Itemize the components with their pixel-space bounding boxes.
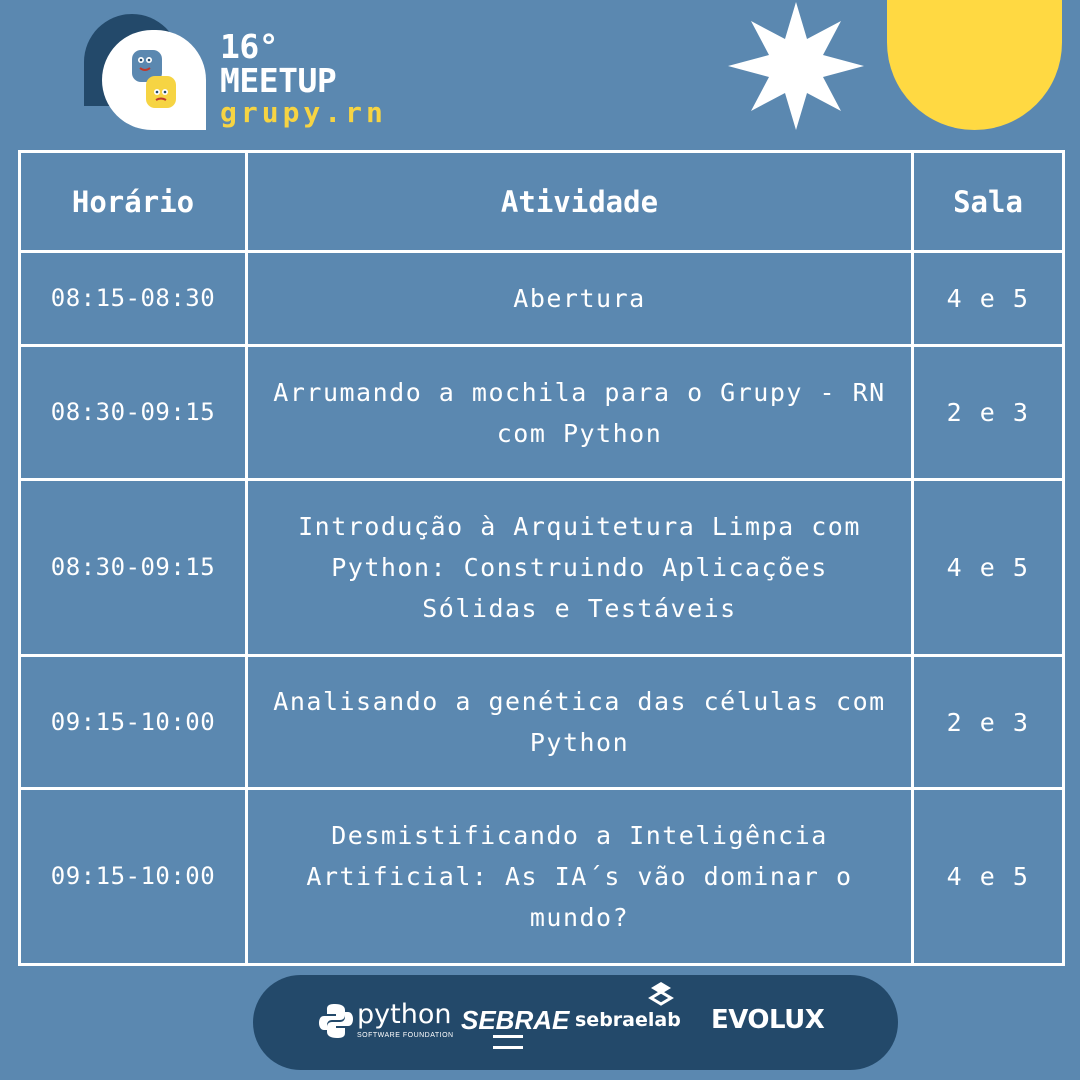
event-title: MEETUP	[220, 61, 337, 100]
table-row: 08:30-09:15 Introdução à Arquitetura Lim…	[18, 478, 1065, 657]
room-cell: 2 e 3	[911, 344, 1065, 481]
table-row: 08:15-08:30 Abertura 4 e 5	[18, 250, 1065, 347]
room-cell: 2 e 3	[911, 654, 1065, 790]
activity-cell: Introdução à Arquitetura Limpa com Pytho…	[245, 478, 914, 657]
room-cell: 4 e 5	[911, 787, 1065, 966]
activity-cell: Desmistificando a Inteligência Artificia…	[245, 787, 914, 966]
activity-cell: Arrumando a mochila para o Grupy - RN co…	[245, 344, 914, 481]
header-activity: Atividade	[245, 150, 914, 253]
sponsors-bar: python SOFTWARE FOUNDATION SEBRAE sebrae…	[253, 975, 898, 1070]
star-icon	[728, 2, 864, 130]
header-time: Horário	[18, 150, 248, 253]
room-cell: 4 e 5	[911, 478, 1065, 657]
time-cell: 09:15-10:00	[18, 787, 248, 966]
sebrae-lines-icon	[493, 1035, 523, 1049]
room-cell: 4 e 5	[911, 250, 1065, 347]
grupy-logo	[102, 30, 206, 130]
time-cell: 08:30-09:15	[18, 344, 248, 481]
activity-cell: Analisando a genética das células com Py…	[245, 654, 914, 790]
edition-number: 16°	[220, 27, 279, 66]
python-wordmark: python	[357, 999, 452, 1030]
time-cell: 08:30-09:15	[18, 478, 248, 657]
group-name: grupy.rn	[220, 96, 387, 129]
sebraelab-logo: sebraelab	[575, 1009, 681, 1031]
python-foundation-subtitle: SOFTWARE FOUNDATION	[357, 1032, 454, 1039]
sebrae-logo: SEBRAE	[461, 1005, 570, 1035]
yellow-sun-shape	[887, 0, 1062, 130]
header-room: Sala	[911, 150, 1065, 253]
evolux-logo: EVOLUX	[711, 1005, 825, 1035]
table-row: 09:15-10:00 Desmistificando a Inteligênc…	[18, 787, 1065, 966]
table-row: 09:15-10:00 Analisando a genética das cé…	[18, 654, 1065, 790]
time-cell: 09:15-10:00	[18, 654, 248, 790]
time-cell: 08:15-08:30	[18, 250, 248, 347]
python-logo-icon	[132, 50, 176, 108]
event-branding: 16° MEETUP grupy.rn	[220, 30, 387, 128]
sebraelab-icon	[648, 982, 674, 1006]
python-foundation-logo-icon	[319, 1004, 353, 1038]
table-header-row: Horário Atividade Sala	[18, 150, 1065, 253]
activity-cell: Abertura	[245, 250, 914, 347]
table-row: 08:30-09:15 Arrumando a mochila para o G…	[18, 344, 1065, 481]
schedule-table: Horário Atividade Sala 08:15-08:30 Abert…	[18, 150, 1065, 966]
